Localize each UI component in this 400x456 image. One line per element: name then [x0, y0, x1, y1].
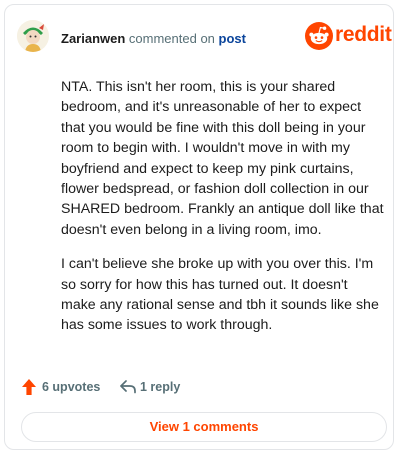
comment-byline: Zarianwen commented on post — [61, 31, 246, 46]
view-comments-button[interactable]: View 1 comments — [21, 412, 387, 442]
upvote-button[interactable]: 6 upvotes — [21, 377, 111, 397]
comment-body: NTA. This isn't her room, this is your s… — [61, 77, 385, 350]
comment-paragraph: NTA. This isn't her room, this is your s… — [61, 79, 384, 238]
upvote-count: 6 upvotes — [42, 380, 101, 394]
reply-button[interactable]: 1 reply — [119, 377, 189, 397]
reddit-alien-icon — [305, 22, 333, 50]
user-avatar[interactable] — [17, 20, 49, 52]
upvote-arrow-icon — [22, 379, 36, 395]
post-link[interactable]: post — [219, 31, 246, 46]
reply-arrow-icon — [120, 380, 136, 394]
avatar-icon — [17, 20, 49, 52]
reddit-logo[interactable]: reddit — [305, 22, 392, 50]
reddit-wordmark: reddit — [335, 23, 392, 46]
comment-card: Zarianwen commented on post reddit NTA. … — [4, 4, 394, 450]
comment-paragraph: I can't believe she broke up with you ov… — [61, 256, 379, 334]
reply-count: 1 reply — [140, 380, 181, 394]
username-link[interactable]: Zarianwen — [61, 31, 125, 46]
comment-actions: 6 upvotes 1 reply — [21, 377, 381, 397]
comment-header: Zarianwen commented on post reddit — [17, 18, 392, 54]
byline-action-text: commented on — [128, 31, 215, 46]
